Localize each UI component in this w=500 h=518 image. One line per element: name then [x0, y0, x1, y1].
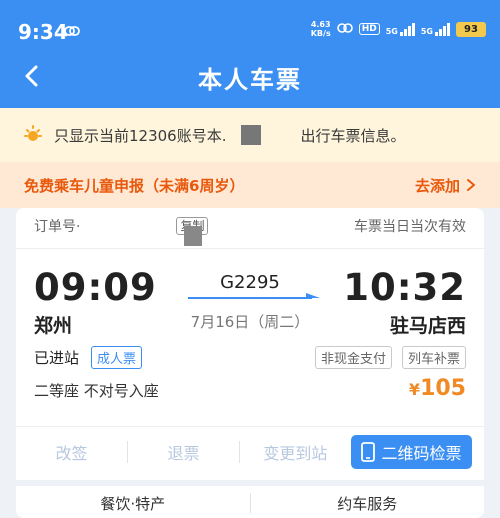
battery-icon: 93 [456, 21, 486, 37]
entry-status: 已进站 [34, 349, 80, 367]
service-row: 餐饮·特产 约车服务 [16, 488, 484, 518]
notice-text-right: 出行车票信息。 [300, 126, 406, 145]
signal-1-label: 5G [385, 27, 398, 36]
payment-tags: 非现金支付 列车补票 [314, 346, 466, 369]
net-speed-value: 4.63 [310, 20, 331, 29]
status-time: 9:34 [18, 20, 68, 44]
chevron-right-icon [467, 179, 475, 191]
sun-icon [24, 125, 42, 141]
qr-check-button[interactable]: 二维码检票 [350, 435, 472, 469]
refund-button[interactable]: 退票 [128, 440, 239, 464]
seat-info: 二等座 不对号入座 [34, 382, 159, 400]
car-service-link[interactable]: 约车服务 [251, 493, 485, 514]
net-speed: 4.63 KB/s [311, 20, 331, 38]
ticket-price: ¥105 [409, 376, 466, 401]
qr-check-label: 二维码检票 [381, 444, 462, 463]
status-bar: 9:34 4.63 KB/s HD 5G 5G 93 [0, 0, 500, 60]
child-declaration-title: 免费乘车儿童申报（未满6周岁） [24, 176, 245, 195]
signal-bars-icon [435, 22, 450, 36]
supplement-tag: 列车补票 [401, 346, 466, 369]
signal-1: 5G [386, 22, 415, 36]
account-notice: 只显示当前12306账号本. 出行车票信息。 [0, 108, 500, 162]
food-specialty-link[interactable]: 餐饮·特产 [16, 493, 250, 514]
divider [16, 480, 484, 486]
passenger-type-badge: 成人票 [91, 346, 143, 369]
child-declaration-banner[interactable]: 免费乘车儿童申报（未满6周岁） 去添加 [0, 162, 500, 208]
hd-badge: HD [358, 23, 380, 35]
arrow-right-icon [188, 293, 320, 299]
change-destination-button[interactable]: 变更到站 [240, 440, 351, 464]
phone-icon [361, 442, 376, 462]
ticket-status-row: 已进站 成人票 [34, 346, 143, 369]
divider [16, 426, 484, 427]
validity-note: 车票当日当次有效 [354, 219, 466, 235]
page-title: 本人车票 [198, 66, 302, 94]
notice-text-left: 只显示当前12306账号本. [54, 126, 227, 145]
hotspot-icon [336, 22, 353, 37]
ticket-actions: 改签 退票 变更到站 二维码检票 [16, 430, 484, 474]
order-number-label: 订单号· [34, 219, 81, 235]
price-amount: 105 [420, 376, 466, 401]
net-speed-unit: KB/s [310, 29, 331, 38]
app-header: 9:34 4.63 KB/s HD 5G 5G 93 本人车票 [0, 0, 500, 108]
status-indicators: 4.63 KB/s HD 5G 5G 93 [311, 20, 486, 38]
change-ticket-button[interactable]: 改签 [16, 440, 127, 464]
link-icon [64, 24, 80, 42]
ticket-card: 订单号· 复制 车票当日当次有效 09:09 10:32 G2295 郑州 驻马… [16, 208, 484, 518]
order-row: 订单号· 复制 车票当日当次有效 [16, 208, 484, 244]
add-child-label: 去添加 [414, 176, 460, 195]
privacy-mask [240, 125, 261, 145]
currency-symbol: ¥ [408, 380, 421, 399]
signal-bars-icon [399, 22, 415, 36]
signal-2: 5G [421, 22, 450, 36]
payment-tag: 非现金支付 [314, 346, 392, 369]
add-child-link[interactable]: 去添加 [415, 175, 476, 196]
travel-date: 7月16日（周二） [190, 313, 310, 331]
divider [16, 248, 484, 249]
order-number-mask [184, 226, 202, 246]
signal-2-label: 5G [420, 27, 433, 36]
